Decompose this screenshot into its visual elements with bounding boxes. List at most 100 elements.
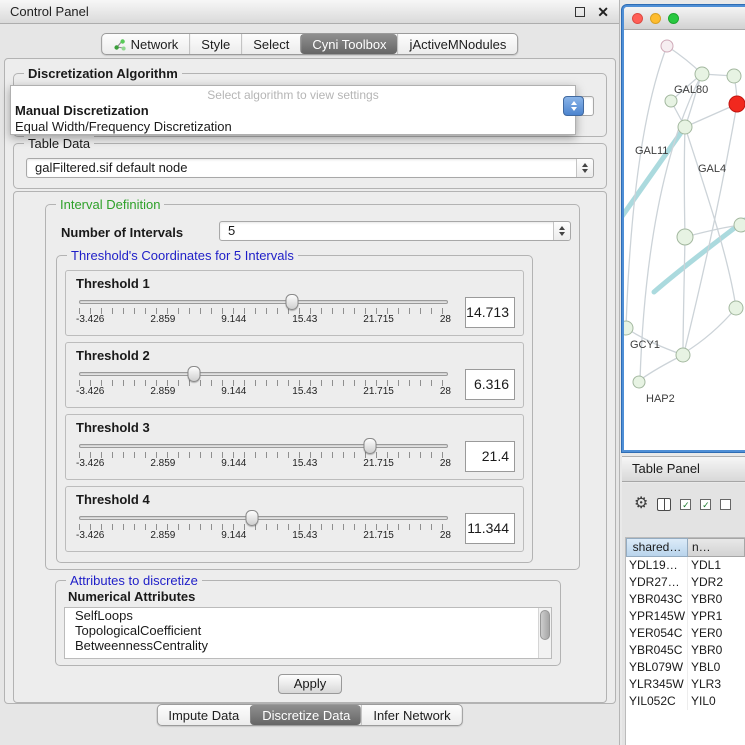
columns-icon[interactable] xyxy=(657,498,671,511)
network-node[interactable] xyxy=(624,321,633,335)
close-icon[interactable]: ✕ xyxy=(597,5,609,19)
tick-label: 15.43 xyxy=(292,530,317,541)
network-node[interactable] xyxy=(734,218,745,232)
vertical-scrollbar[interactable] xyxy=(538,608,551,658)
zoom-traffic-light[interactable] xyxy=(668,13,679,24)
tick-label: 15.43 xyxy=(292,386,317,397)
table-data-combobox[interactable]: galFiltered.sif default node xyxy=(26,158,594,178)
tab-discretize-data[interactable]: Discretize Data xyxy=(250,705,361,725)
network-node[interactable] xyxy=(665,95,677,107)
tab-label: jActiveMNodules xyxy=(410,37,507,52)
threshold-3-value-field[interactable]: 21.4 xyxy=(465,441,515,472)
network-node[interactable] xyxy=(678,120,692,134)
table-row[interactable]: YBR045CYBR0 xyxy=(626,642,745,659)
dropdown-option-equal-width-frequency[interactable]: Equal Width/Frequency Discretization xyxy=(11,118,575,134)
threshold-1-slider-thumb[interactable] xyxy=(285,294,298,310)
list-item[interactable]: SelfLoops xyxy=(65,608,551,623)
checkbox-icon[interactable]: ✓ xyxy=(680,499,691,510)
cell-name: YBR0 xyxy=(688,642,745,659)
column-header-shared-name[interactable]: shared… xyxy=(626,538,688,557)
threshold-3-label: Threshold 3 xyxy=(76,420,515,435)
cell-name: YPR1 xyxy=(688,608,745,625)
float-window-icon[interactable] xyxy=(575,7,585,17)
spinner-stepper[interactable] xyxy=(553,222,570,240)
table-row[interactable]: YBL079WYBL0 xyxy=(626,659,745,676)
slider-tick-labels: -3.426 2.859 9.144 15.43 21.715 28 xyxy=(76,314,451,325)
apply-button[interactable]: Apply xyxy=(278,674,342,694)
threshold-1-panel: Threshold 1 -3.426 2.859 9.144 xyxy=(65,270,524,336)
network-node[interactable] xyxy=(633,376,645,388)
tab-select[interactable]: Select xyxy=(241,34,300,54)
tick-label: 2.859 xyxy=(150,386,175,397)
tab-jactivemnodules[interactable]: jActiveMNodules xyxy=(398,34,518,54)
chevron-down-icon xyxy=(559,232,565,236)
table-row[interactable]: YBR043CYBR0 xyxy=(626,591,745,608)
table-row[interactable]: YDL19…YDL1 xyxy=(626,557,745,574)
threshold-1-slider-track[interactable] xyxy=(79,300,448,304)
threshold-2-value-field[interactable]: 6.316 xyxy=(465,369,515,400)
network-node[interactable] xyxy=(676,348,690,362)
node-label: GAL4 xyxy=(698,163,726,175)
tab-infer-network[interactable]: Infer Network xyxy=(361,705,461,725)
network-node[interactable] xyxy=(727,69,741,83)
network-node[interactable] xyxy=(695,67,709,81)
table-row[interactable]: YPR145WYPR1 xyxy=(626,608,745,625)
table-row[interactable]: YER054CYER0 xyxy=(626,625,745,642)
network-node[interactable] xyxy=(661,40,673,52)
combobox-stepper[interactable] xyxy=(576,159,593,177)
gear-icon[interactable]: ⚙ xyxy=(634,496,648,512)
list-item[interactable]: BetweennessCentrality xyxy=(65,638,551,653)
list-item[interactable]: TopologicalCoefficient xyxy=(65,623,551,638)
close-traffic-light[interactable] xyxy=(632,13,643,24)
tick-label: 2.859 xyxy=(150,458,175,469)
table-row[interactable]: YDR27…YDR2 xyxy=(626,574,745,591)
tick-label: 9.144 xyxy=(221,458,246,469)
scrollbar-thumb[interactable] xyxy=(540,610,550,640)
tick-label: 21.715 xyxy=(363,458,394,469)
tab-label: Style xyxy=(201,37,230,52)
numerical-attributes-label: Numerical Attributes xyxy=(68,589,195,604)
tab-impute-data[interactable]: Impute Data xyxy=(157,705,250,725)
threshold-2-slider-thumb[interactable] xyxy=(187,366,200,382)
cell-name: YDL1 xyxy=(688,557,745,574)
algorithm-settings-panel: Interval Definition Number of Intervals … xyxy=(13,191,607,703)
tab-network[interactable]: Network xyxy=(102,34,190,54)
network-node-selected[interactable] xyxy=(729,96,745,112)
tick-label: -3.426 xyxy=(76,314,104,325)
minimize-traffic-light[interactable] xyxy=(650,13,661,24)
tab-style[interactable]: Style xyxy=(189,34,241,54)
tab-cyni-toolbox[interactable]: Cyni Toolbox xyxy=(300,34,397,54)
cell-name: YBR0 xyxy=(688,591,745,608)
threshold-4-slider-thumb[interactable] xyxy=(246,510,259,526)
tick-label: 21.715 xyxy=(363,530,394,541)
node-label: GAL11 xyxy=(635,145,668,157)
tick-label: 21.715 xyxy=(363,386,394,397)
threshold-4-slider: -3.426 2.859 9.144 15.43 21.715 28 xyxy=(74,510,453,544)
dropdown-option-manual-discretization[interactable]: Manual Discretization xyxy=(11,102,575,118)
threshold-2-slider-track[interactable] xyxy=(79,372,448,376)
number-of-intervals-spinner[interactable]: 5 xyxy=(219,221,571,241)
threshold-4-value-field[interactable]: 11.344 xyxy=(465,513,515,544)
column-header-name[interactable]: n… xyxy=(688,538,745,557)
slider-tick-labels: -3.426 2.859 9.144 15.43 21.715 28 xyxy=(76,386,451,397)
table-row[interactable]: YIL052CYIL0 xyxy=(626,693,745,710)
network-node[interactable] xyxy=(729,301,743,315)
checkbox-icon[interactable]: ✓ xyxy=(700,499,711,510)
tick-label: 28 xyxy=(440,530,451,541)
checkbox-icon[interactable] xyxy=(720,499,731,510)
node-label: HAP2 xyxy=(646,393,675,405)
group-title: Threshold's Coordinates for 5 Intervals xyxy=(67,248,298,263)
network-icon xyxy=(113,38,126,51)
algorithm-combobox-stepper[interactable] xyxy=(563,96,584,116)
threshold-4-slider-track[interactable] xyxy=(79,516,448,520)
table-row[interactable]: YLR345WYLR3 xyxy=(626,676,745,693)
threshold-3-slider-track[interactable] xyxy=(79,444,448,448)
tab-label: Select xyxy=(253,37,289,52)
threshold-1-value-field[interactable]: 14.713 xyxy=(465,297,515,328)
chevron-up-icon xyxy=(582,163,588,167)
chevron-up-icon xyxy=(559,226,565,230)
threshold-3-slider-thumb[interactable] xyxy=(363,438,376,454)
network-node[interactable] xyxy=(677,229,693,245)
tab-label: Infer Network xyxy=(373,708,450,723)
tab-label: Cyni Toolbox xyxy=(312,37,386,52)
